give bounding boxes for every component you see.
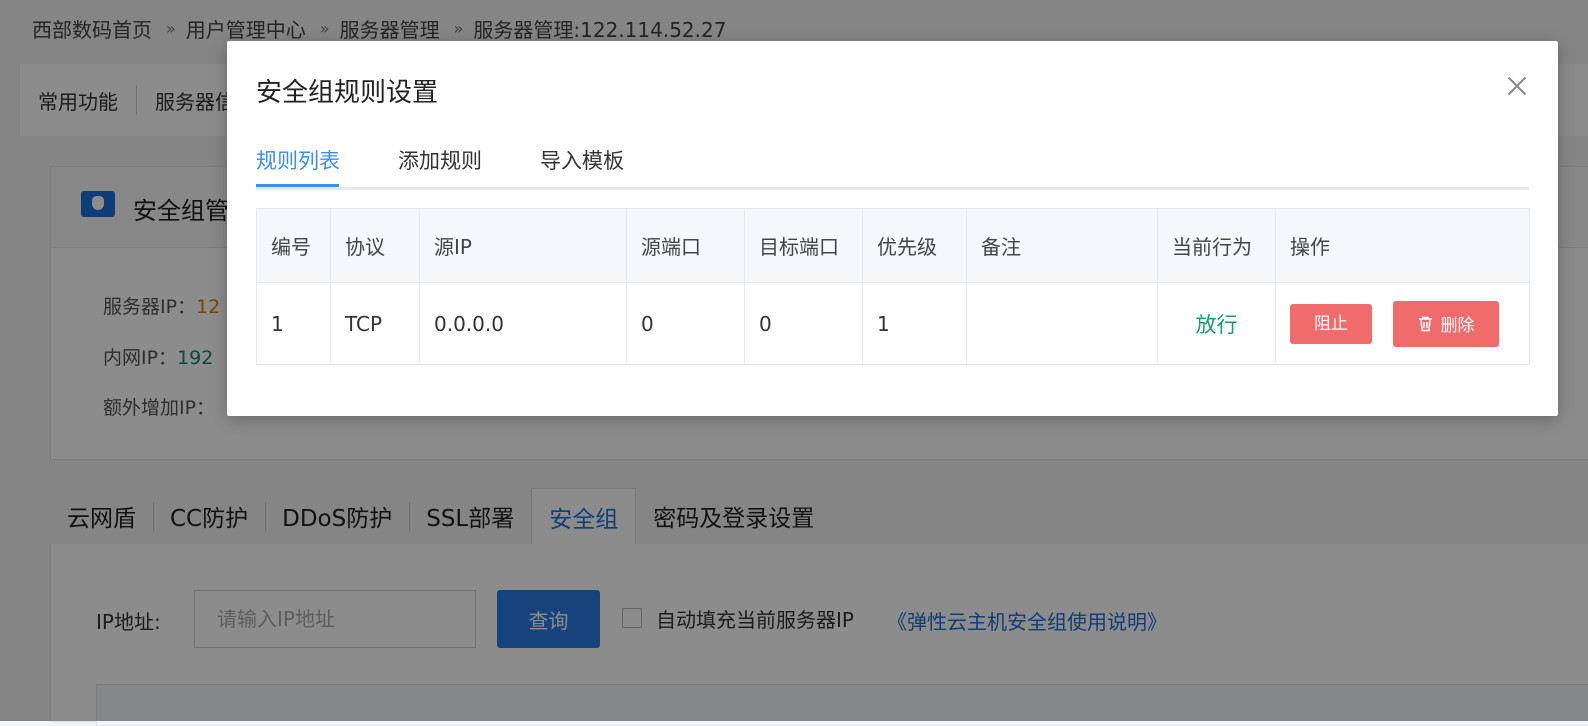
column-header-target-port: 目标端口 bbox=[744, 208, 863, 283]
rules-table: 编号 协议 源IP 源端口 目标端口 优先级 备注 当前行为 操作 1 TCP … bbox=[256, 208, 1530, 365]
delete-button-label: 删除 bbox=[1440, 316, 1475, 336]
cell-source-ip: 0.0.0.0 bbox=[419, 282, 627, 365]
trash-icon bbox=[1418, 316, 1433, 332]
table-row: 1 TCP 0.0.0.0 0 0 1 放行 阻止 删除 bbox=[256, 282, 1530, 365]
column-header-current-action: 当前行为 bbox=[1157, 208, 1276, 283]
column-header-source-ip: 源IP bbox=[419, 208, 627, 283]
cell-current-action: 放行 bbox=[1157, 282, 1276, 365]
column-header-priority: 优先级 bbox=[862, 208, 967, 283]
cell-operations: 阻止 删除 bbox=[1275, 282, 1530, 365]
delete-button[interactable]: 删除 bbox=[1393, 300, 1499, 347]
cell-id: 1 bbox=[256, 282, 331, 365]
cell-source-port: 0 bbox=[626, 282, 745, 365]
security-rule-modal: 安全组规则设置 规则列表 添加规则 导入模板 编号 协议 源IP 源端口 目标端… bbox=[227, 41, 1558, 416]
column-header-protocol: 协议 bbox=[330, 208, 420, 283]
block-button[interactable]: 阻止 bbox=[1290, 303, 1372, 344]
column-header-remark: 备注 bbox=[966, 208, 1158, 283]
cell-priority: 1 bbox=[862, 282, 967, 365]
cell-target-port: 0 bbox=[744, 282, 863, 365]
cell-protocol: TCP bbox=[330, 282, 420, 365]
modal-tabs: 规则列表 添加规则 导入模板 bbox=[256, 139, 1529, 190]
tab-add-rule[interactable]: 添加规则 bbox=[398, 145, 482, 175]
column-header-operations: 操作 bbox=[1275, 208, 1530, 283]
cell-remark bbox=[966, 282, 1158, 365]
action-allow-label: 放行 bbox=[1195, 312, 1238, 337]
active-tab-indicator bbox=[256, 184, 339, 187]
table-header-row: 编号 协议 源IP 源端口 目标端口 优先级 备注 当前行为 操作 bbox=[256, 208, 1530, 283]
column-header-source-port: 源端口 bbox=[626, 208, 745, 283]
column-header-id: 编号 bbox=[256, 208, 331, 283]
tab-import-template[interactable]: 导入模板 bbox=[540, 145, 624, 175]
modal-title: 安全组规则设置 bbox=[256, 78, 439, 108]
tab-rule-list[interactable]: 规则列表 bbox=[256, 145, 340, 175]
close-icon[interactable] bbox=[1505, 74, 1529, 98]
